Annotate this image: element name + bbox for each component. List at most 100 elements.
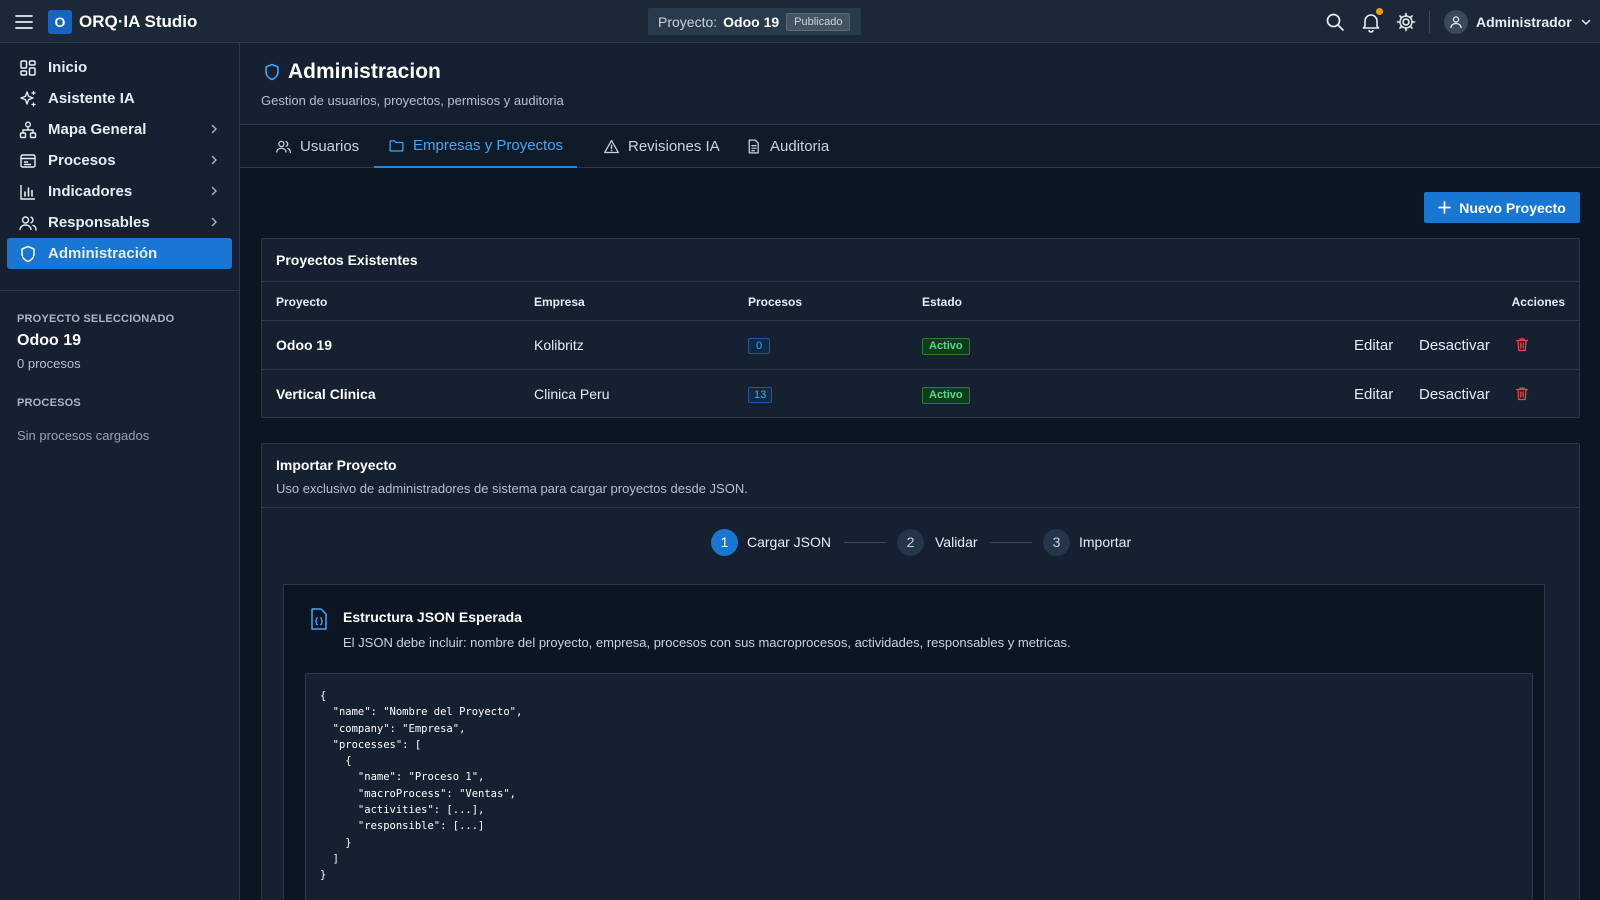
- sparkles-icon: [18, 89, 38, 109]
- gear-icon[interactable]: [1395, 11, 1417, 33]
- sidebar-item-procesos[interactable]: Procesos: [7, 145, 232, 176]
- divider: [262, 507, 1579, 508]
- app-title[interactable]: ORQ·IA Studio: [79, 12, 197, 32]
- sidebar-item-label: Indicadores: [48, 183, 133, 200]
- company-cell: Clinica Peru: [534, 386, 610, 402]
- deactivate-button[interactable]: Desactivar: [1419, 386, 1490, 403]
- trash-icon[interactable]: [1515, 386, 1531, 402]
- new-project-button[interactable]: Nuevo Proyecto: [1424, 192, 1580, 223]
- tab-label: Revisiones IA: [628, 138, 720, 155]
- warning-icon: [603, 138, 628, 155]
- column-header-procesos: Procesos: [748, 295, 803, 309]
- main-content: Administracion Gestion de usuarios, proy…: [240, 43, 1600, 900]
- edit-button[interactable]: Editar: [1354, 386, 1393, 403]
- page-header: Administracion Gestion de usuarios, proy…: [240, 43, 1600, 125]
- edit-button[interactable]: Editar: [1354, 337, 1393, 354]
- bar-chart-icon: [18, 182, 38, 202]
- json-structure-panel: Estructura JSON Esperada El JSON debe in…: [283, 584, 1545, 900]
- selected-project-count: 0 procesos: [17, 356, 81, 371]
- sidebar-item-mapa-general[interactable]: Mapa General: [7, 114, 232, 145]
- sidebar-item-inicio[interactable]: Inicio: [7, 52, 232, 83]
- project-label: Proyecto:: [658, 13, 718, 30]
- json-example-code: { "name": "Nombre del Proyecto", "compan…: [305, 673, 1533, 900]
- sidebar-item-administracion[interactable]: Administración: [7, 238, 232, 269]
- column-header-acciones: Acciones: [1511, 295, 1565, 309]
- sidebar-item-label: Procesos: [48, 152, 116, 169]
- step-number: 2: [897, 529, 924, 556]
- import-title: Importar Proyecto: [276, 457, 397, 473]
- step-number: 3: [1043, 529, 1070, 556]
- app-logo[interactable]: O: [48, 10, 72, 34]
- selected-project-heading: PROYECTO SELECCIONADO: [17, 313, 175, 325]
- tab-label: Empresas y Proyectos: [413, 137, 564, 154]
- step-connector: [990, 542, 1032, 543]
- column-header-proyecto: Proyecto: [276, 295, 328, 309]
- json-structure-description: El JSON debe incluir: nombre del proyect…: [343, 635, 1071, 650]
- column-header-empresa: Empresa: [534, 295, 585, 309]
- top-bar: O ORQ·IA Studio Proyecto: Odoo 19 Public…: [0, 0, 1600, 43]
- sitemap-icon: [18, 120, 38, 140]
- table-row: Odoo 19 Kolibritz 0 Activo Editar Desact…: [262, 321, 1579, 370]
- json-structure-title: Estructura JSON Esperada: [343, 609, 522, 625]
- process-icon: [18, 151, 38, 171]
- page-subtitle: Gestion de usuarios, proyectos, permisos…: [261, 93, 564, 108]
- trash-icon[interactable]: [1515, 337, 1531, 353]
- divider: [1429, 11, 1430, 33]
- tab-bar: Usuarios Empresas y Proyectos Revisiones…: [240, 125, 1600, 168]
- project-name-cell: Odoo 19: [276, 337, 333, 353]
- projects-table-card: Proyectos Existentes Proyecto Empresa Pr…: [261, 238, 1580, 418]
- projects-table-title: Proyectos Existentes: [276, 252, 418, 268]
- chevron-right-icon: [208, 123, 220, 135]
- status-badge: Publicado: [786, 12, 851, 31]
- status-badge: Activo: [922, 387, 970, 404]
- shield-icon: [262, 62, 282, 82]
- json-file-icon: [308, 607, 330, 631]
- notification-dot: [1376, 8, 1383, 15]
- search-icon[interactable]: [1324, 11, 1346, 33]
- json-example-text: { "name": "Nombre del Proyecto", "compan…: [320, 690, 523, 882]
- users-icon: [18, 213, 38, 233]
- dashboard-icon: [18, 58, 38, 78]
- new-project-label: Nuevo Proyecto: [1459, 199, 1566, 216]
- menu-icon[interactable]: [14, 12, 34, 32]
- page-title: Administracion: [288, 60, 441, 83]
- import-project-card: Importar Proyecto Uso exclusivo de admin…: [261, 443, 1580, 900]
- sidebar-item-label: Administración: [48, 245, 158, 262]
- sidebar-item-asistente-ia[interactable]: Asistente IA: [7, 83, 232, 114]
- project-name-cell: Vertical Clinica: [276, 386, 376, 402]
- project-name: Odoo 19: [723, 13, 780, 30]
- chevron-down-icon: [1580, 16, 1592, 28]
- tab-auditoria[interactable]: Auditoria: [731, 125, 843, 168]
- sidebar-item-label: Mapa General: [48, 121, 147, 138]
- user-menu[interactable]: Administrador: [1444, 9, 1592, 35]
- chevron-right-icon: [208, 154, 220, 166]
- sidebar-item-responsables[interactable]: Responsables: [7, 207, 232, 238]
- step-connector: [844, 542, 886, 543]
- plus-icon: [1438, 201, 1459, 214]
- step-label: Importar: [1079, 534, 1132, 550]
- chevron-right-icon: [208, 185, 220, 197]
- table-row: Vertical Clinica Clinica Peru 13 Activo …: [262, 370, 1579, 419]
- tab-usuarios[interactable]: Usuarios: [261, 125, 373, 168]
- selected-project-name: Odoo 19: [17, 332, 82, 349]
- tab-empresas-y-proyectos[interactable]: Empresas y Proyectos: [374, 125, 578, 168]
- tab-label: Auditoria: [770, 138, 830, 155]
- folder-icon: [388, 137, 413, 154]
- processes-count-badge: 13: [748, 387, 773, 403]
- sidebar-item-label: Asistente IA: [48, 90, 135, 107]
- step-label: Validar: [935, 534, 978, 550]
- company-cell: Kolibritz: [534, 337, 584, 353]
- sidebar: Inicio Asistente IA Mapa General Proceso…: [0, 43, 240, 900]
- processes-empty-text: Sin procesos cargados: [17, 428, 150, 443]
- step-number: 1: [711, 529, 738, 556]
- tab-revisiones-ia[interactable]: Revisiones IA: [589, 125, 734, 168]
- sidebar-item-indicadores[interactable]: Indicadores: [7, 176, 232, 207]
- processes-count-badge: 0: [748, 338, 770, 354]
- import-subtitle: Uso exclusivo de administradores de sist…: [276, 481, 748, 496]
- processes-heading: PROCESOS: [17, 397, 81, 409]
- deactivate-button[interactable]: Desactivar: [1419, 337, 1490, 354]
- column-header-estado: Estado: [922, 295, 963, 309]
- project-selector[interactable]: Proyecto: Odoo 19 Publicado: [648, 8, 861, 35]
- user-name: Administrador: [1476, 14, 1572, 30]
- divider: [0, 290, 239, 291]
